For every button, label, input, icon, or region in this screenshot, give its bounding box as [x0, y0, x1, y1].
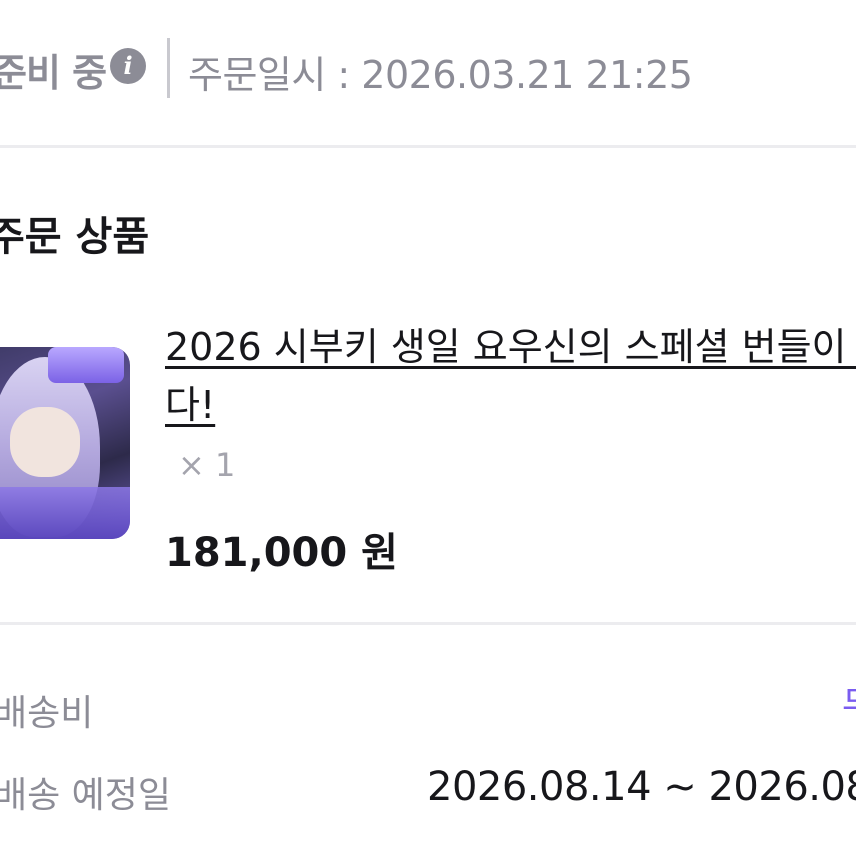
product-thumbnail[interactable]: [0, 347, 130, 539]
header-divider: [167, 38, 170, 98]
info-icon[interactable]: i: [110, 48, 146, 84]
shipping-date-range: 2026.08.14 ~ 2026.08: [427, 764, 856, 810]
order-date: 주문일시 : 2026.03.21 21:25: [188, 53, 693, 97]
product-name-link[interactable]: 2026 시부키 생일 요우신의 스페셜 번들이 시다!: [165, 318, 856, 434]
product-quantity: × 1: [178, 446, 236, 484]
shipping-fee-label: 배송비: [0, 693, 94, 734]
product-price: 181,000 원: [165, 530, 398, 576]
shipping-date-label: 배송 예정일: [0, 775, 172, 816]
section-divider: [0, 145, 856, 148]
section-divider: [0, 622, 856, 625]
order-status: 준비 중: [0, 51, 107, 95]
section-title-ordered-products: 주문 상품: [0, 214, 150, 260]
shipping-fee-link[interactable]: 무: [842, 676, 856, 728]
